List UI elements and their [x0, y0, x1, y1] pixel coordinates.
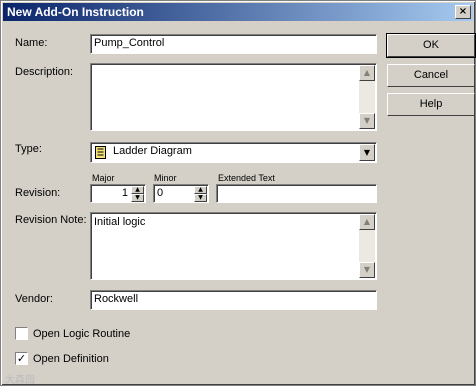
major-up-icon[interactable]: ▲ — [131, 186, 144, 194]
open-logic-routine-checkbox[interactable] — [15, 327, 28, 340]
description-field[interactable]: ▲ ▼ — [90, 63, 377, 131]
close-icon[interactable]: × — [455, 5, 471, 19]
minor-down-icon[interactable]: ▼ — [194, 194, 207, 202]
scroll-down-icon[interactable]: ▼ — [359, 113, 375, 129]
ladder-diagram-icon — [95, 146, 106, 159]
description-scrollbar[interactable]: ▲ ▼ — [359, 65, 375, 129]
watermark: 大森园 — [5, 375, 35, 386]
major-value: 1 — [121, 187, 128, 199]
scroll-up-icon[interactable]: ▲ — [359, 214, 375, 230]
title-bar: New Add-On Instruction × — [3, 3, 473, 21]
name-field[interactable]: Pump_Control — [90, 34, 377, 54]
chevron-down-icon[interactable]: ▼ — [359, 144, 375, 161]
minor-stepper[interactable]: 0 ▲ ▼ — [153, 184, 209, 203]
major-down-icon[interactable]: ▼ — [131, 194, 144, 202]
revision-note-field[interactable]: Initial logic ▲ ▼ — [90, 212, 377, 280]
open-definition-checkbox[interactable]: ✓ — [15, 352, 28, 365]
revision-note-label: Revision Note: — [15, 214, 87, 226]
extended-text-field[interactable] — [216, 184, 377, 203]
revision-note-text: Initial logic — [94, 216, 146, 228]
vendor-label: Vendor: — [15, 293, 53, 305]
vendor-field[interactable]: Rockwell — [90, 290, 377, 310]
major-stepper[interactable]: 1 ▲ ▼ — [90, 184, 146, 203]
add-on-instruction-dialog: New Add-On Instruction × Name: Pump_Cont… — [0, 0, 476, 386]
type-label: Type: — [15, 143, 42, 155]
scroll-up-icon[interactable]: ▲ — [359, 65, 375, 81]
revision-note-scrollbar[interactable]: ▲ ▼ — [359, 214, 375, 278]
cancel-button[interactable]: Cancel — [387, 64, 475, 87]
ok-button[interactable]: OK — [386, 33, 476, 58]
minor-value: 0 — [157, 187, 164, 199]
revision-label: Revision: — [15, 187, 61, 199]
open-logic-routine-label: Open Logic Routine — [33, 328, 131, 340]
scroll-down-icon[interactable]: ▼ — [359, 262, 375, 278]
help-button[interactable]: Help — [387, 93, 475, 116]
extended-text-label: Extended Text — [218, 173, 275, 183]
type-select[interactable]: Ladder Diagram ▼ — [90, 142, 377, 163]
name-label: Name: — [15, 37, 48, 49]
minor-label: Minor — [154, 173, 177, 183]
window-title: New Add-On Instruction — [7, 5, 144, 19]
minor-up-icon[interactable]: ▲ — [194, 186, 207, 194]
description-label: Description: — [15, 66, 74, 78]
open-definition-label: Open Definition — [33, 353, 109, 365]
major-label: Major — [92, 173, 115, 183]
type-value: Ladder Diagram — [113, 145, 192, 157]
